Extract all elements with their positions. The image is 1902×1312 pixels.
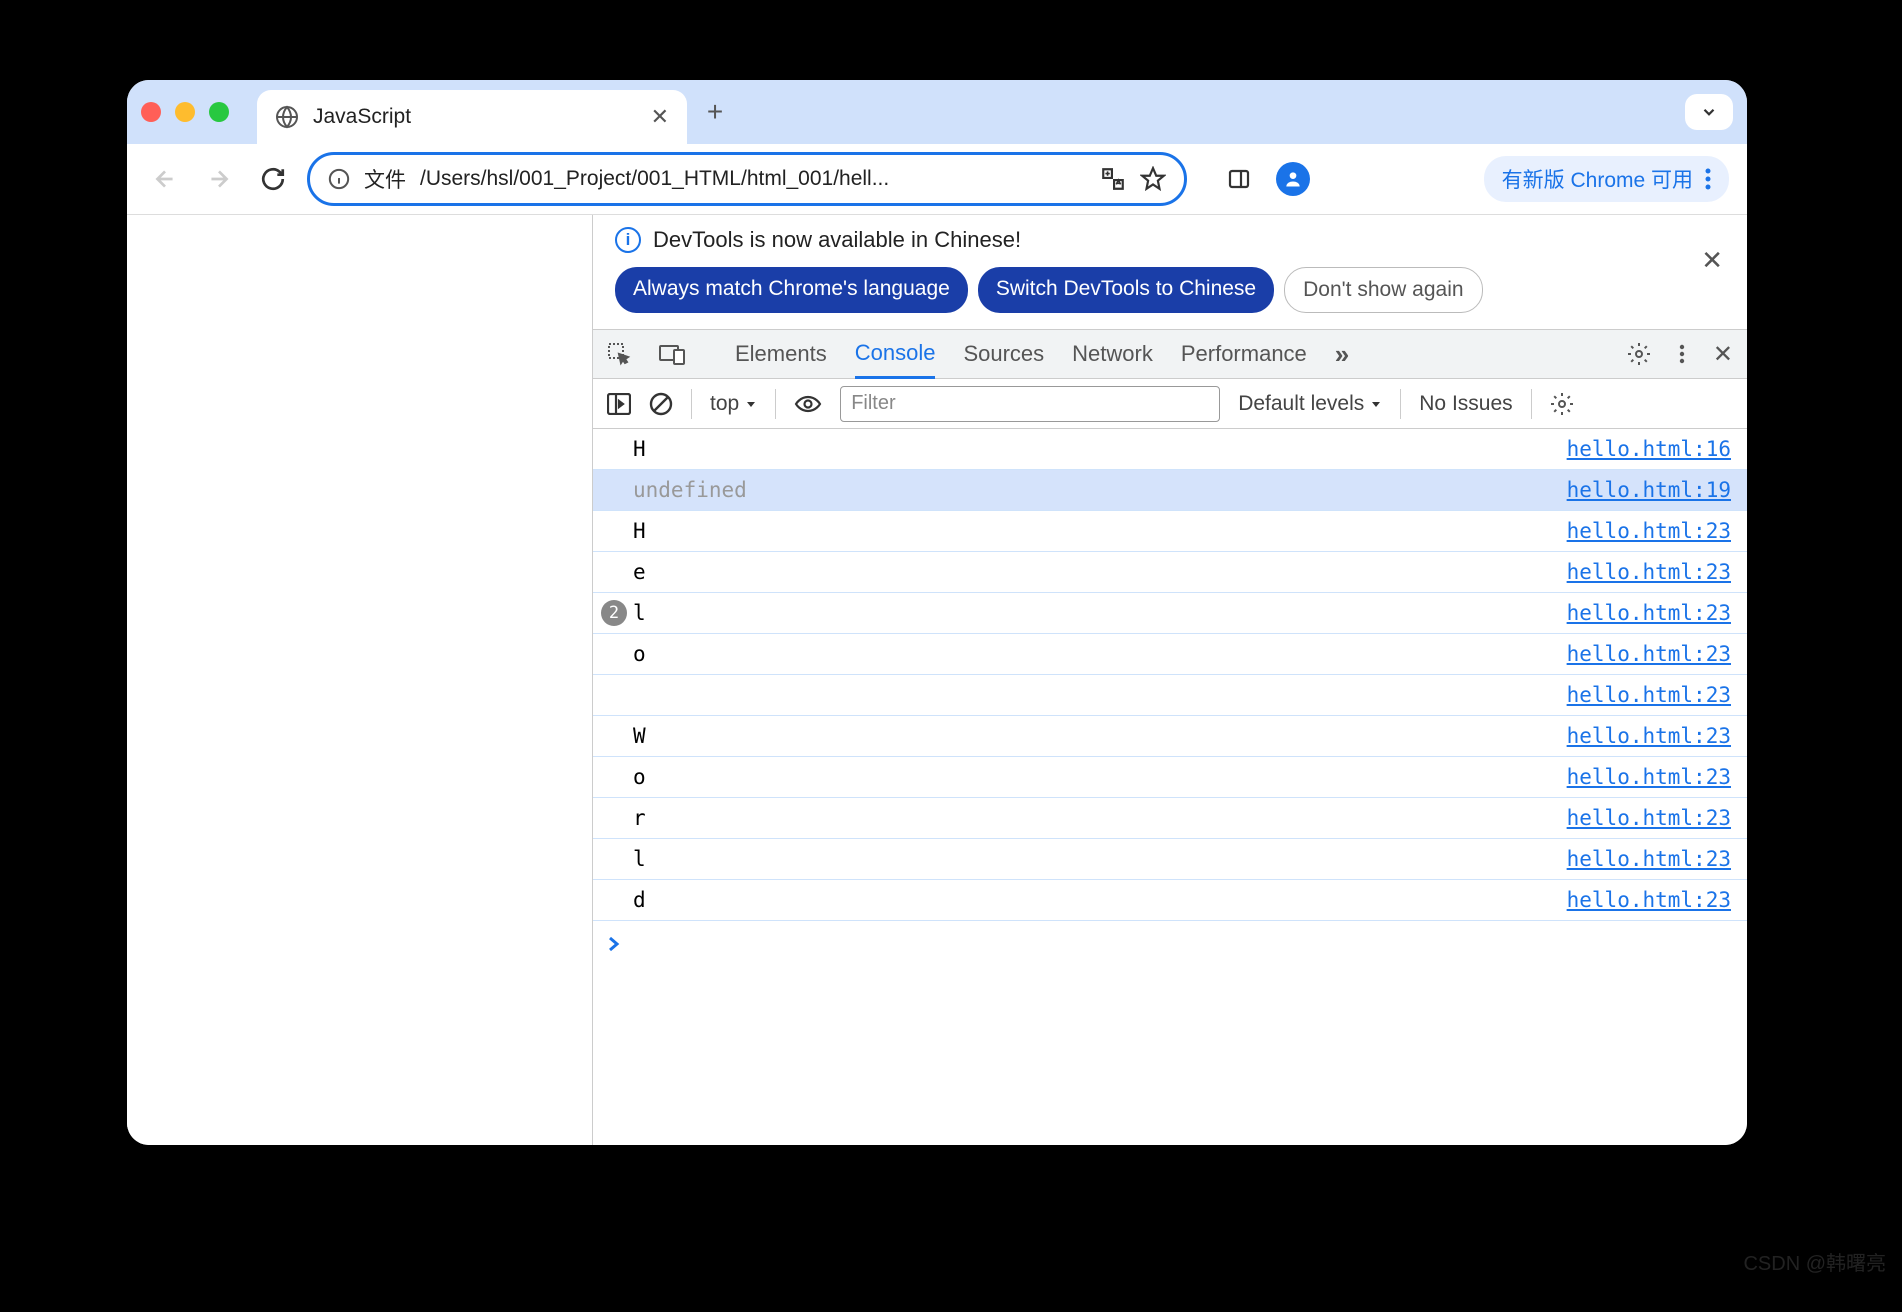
close-banner-icon[interactable]: ✕: [1701, 245, 1723, 276]
console-settings-icon[interactable]: [1550, 392, 1574, 416]
more-icon[interactable]: [1705, 168, 1711, 190]
console-row: ohello.html:23: [593, 634, 1747, 675]
issues-label[interactable]: No Issues: [1419, 392, 1512, 416]
devtools-panel: i DevTools is now available in Chinese! …: [593, 215, 1747, 1145]
console-message: r: [627, 806, 1567, 830]
console-row: 2lhello.html:23: [593, 593, 1747, 634]
profile-button[interactable]: [1273, 159, 1313, 199]
tab-strip: JavaScript ✕ +: [127, 80, 1747, 144]
console-message: H: [627, 519, 1567, 543]
close-window-button[interactable]: [141, 102, 161, 122]
source-link[interactable]: hello.html:23: [1567, 765, 1731, 789]
source-link[interactable]: hello.html:23: [1567, 724, 1731, 748]
back-button[interactable]: [145, 159, 185, 199]
site-info-icon[interactable]: [328, 168, 350, 190]
live-expression-icon[interactable]: [794, 394, 822, 414]
address-path: /Users/hsl/001_Project/001_HTML/html_001…: [420, 167, 1086, 191]
tabs-dropdown-button[interactable]: [1685, 94, 1733, 130]
source-link[interactable]: hello.html:23: [1567, 888, 1731, 912]
console-row: ehello.html:23: [593, 552, 1747, 593]
tab-performance[interactable]: Performance: [1181, 330, 1307, 378]
console-row: rhello.html:23: [593, 798, 1747, 839]
window-controls: [141, 102, 229, 122]
console-row: Hhello.html:23: [593, 511, 1747, 552]
kebab-menu-icon[interactable]: [1679, 344, 1685, 364]
content-area: i DevTools is now available in Chinese! …: [127, 214, 1747, 1145]
source-link[interactable]: hello.html:23: [1567, 560, 1731, 584]
more-tabs-icon[interactable]: »: [1335, 339, 1349, 370]
avatar-icon: [1276, 162, 1310, 196]
tab-title: JavaScript: [313, 105, 411, 129]
console-row: ohello.html:23: [593, 757, 1747, 798]
console-message: H: [627, 437, 1567, 461]
context-selector[interactable]: top: [710, 392, 757, 416]
console-row: undefinedhello.html:19: [593, 470, 1747, 511]
banner-message: DevTools is now available in Chinese!: [653, 227, 1021, 253]
source-link[interactable]: hello.html:23: [1567, 519, 1731, 543]
source-link[interactable]: hello.html:23: [1567, 847, 1731, 871]
console-message: l: [627, 601, 1567, 625]
filter-input[interactable]: Filter: [840, 386, 1220, 422]
source-link[interactable]: hello.html:23: [1567, 642, 1731, 666]
translate-icon[interactable]: [1100, 166, 1126, 192]
address-prefix: 文件: [364, 164, 406, 194]
reload-button[interactable]: [253, 159, 293, 199]
console-toolbar: top Filter Default levels No Issues: [593, 379, 1747, 429]
minimize-window-button[interactable]: [175, 102, 195, 122]
address-bar[interactable]: 文件 /Users/hsl/001_Project/001_HTML/html_…: [307, 152, 1187, 206]
console-message: o: [627, 765, 1567, 789]
maximize-window-button[interactable]: [209, 102, 229, 122]
switch-language-button[interactable]: Switch DevTools to Chinese: [978, 267, 1274, 313]
navigation-toolbar: 文件 /Users/hsl/001_Project/001_HTML/html_…: [127, 144, 1747, 214]
console-prompt[interactable]: [593, 921, 1747, 967]
console-message: e: [627, 560, 1567, 584]
bookmark-icon[interactable]: [1140, 166, 1166, 192]
browser-tab[interactable]: JavaScript ✕: [257, 90, 687, 144]
info-icon: i: [615, 227, 641, 253]
update-notice-label: 有新版 Chrome 可用: [1502, 164, 1693, 194]
watermark: CSDN @韩曙亮: [1743, 1247, 1886, 1276]
source-link[interactable]: hello.html:23: [1567, 806, 1731, 830]
source-link[interactable]: hello.html:16: [1567, 437, 1731, 461]
devtools-tabs: Elements Console Sources Network Perform…: [593, 329, 1747, 379]
settings-icon[interactable]: [1627, 342, 1651, 366]
close-devtools-icon[interactable]: ✕: [1713, 340, 1733, 369]
tab-sources[interactable]: Sources: [963, 330, 1044, 378]
tab-network[interactable]: Network: [1072, 330, 1153, 378]
browser-window: JavaScript ✕ + 文件 /Users/hsl/001_Project…: [127, 80, 1747, 1145]
console-message: W: [627, 724, 1567, 748]
match-language-button[interactable]: Always match Chrome's language: [615, 267, 968, 313]
console-message: undefined: [627, 478, 1567, 502]
log-levels-selector[interactable]: Default levels: [1238, 392, 1382, 416]
tab-elements[interactable]: Elements: [735, 330, 827, 378]
update-notice[interactable]: 有新版 Chrome 可用: [1484, 156, 1729, 202]
source-link[interactable]: hello.html:19: [1567, 478, 1731, 502]
side-panel-button[interactable]: [1219, 159, 1259, 199]
console-output: Hhello.html:16undefinedhello.html:19Hhel…: [593, 429, 1747, 1145]
tab-console[interactable]: Console: [855, 331, 936, 379]
console-row: dhello.html:23: [593, 880, 1747, 921]
new-tab-button[interactable]: +: [695, 96, 735, 128]
console-message: o: [627, 642, 1567, 666]
inspect-element-icon[interactable]: [607, 342, 631, 366]
globe-icon: [275, 105, 299, 129]
page-viewport: [127, 215, 593, 1145]
toggle-sidebar-icon[interactable]: [607, 393, 631, 415]
console-row: hello.html:23: [593, 675, 1747, 716]
console-message: d: [627, 888, 1567, 912]
source-link[interactable]: hello.html:23: [1567, 683, 1731, 707]
clear-console-icon[interactable]: [649, 392, 673, 416]
devtools-language-banner: i DevTools is now available in Chinese! …: [593, 215, 1747, 329]
device-toolbar-icon[interactable]: [659, 343, 685, 365]
source-link[interactable]: hello.html:23: [1567, 601, 1731, 625]
console-message: l: [627, 847, 1567, 871]
close-tab-icon[interactable]: ✕: [651, 104, 669, 130]
forward-button[interactable]: [199, 159, 239, 199]
dismiss-banner-button[interactable]: Don't show again: [1284, 267, 1482, 313]
repeat-count-badge: 2: [601, 600, 627, 626]
console-row: lhello.html:23: [593, 839, 1747, 880]
console-row: Hhello.html:16: [593, 429, 1747, 470]
console-row: Whello.html:23: [593, 716, 1747, 757]
